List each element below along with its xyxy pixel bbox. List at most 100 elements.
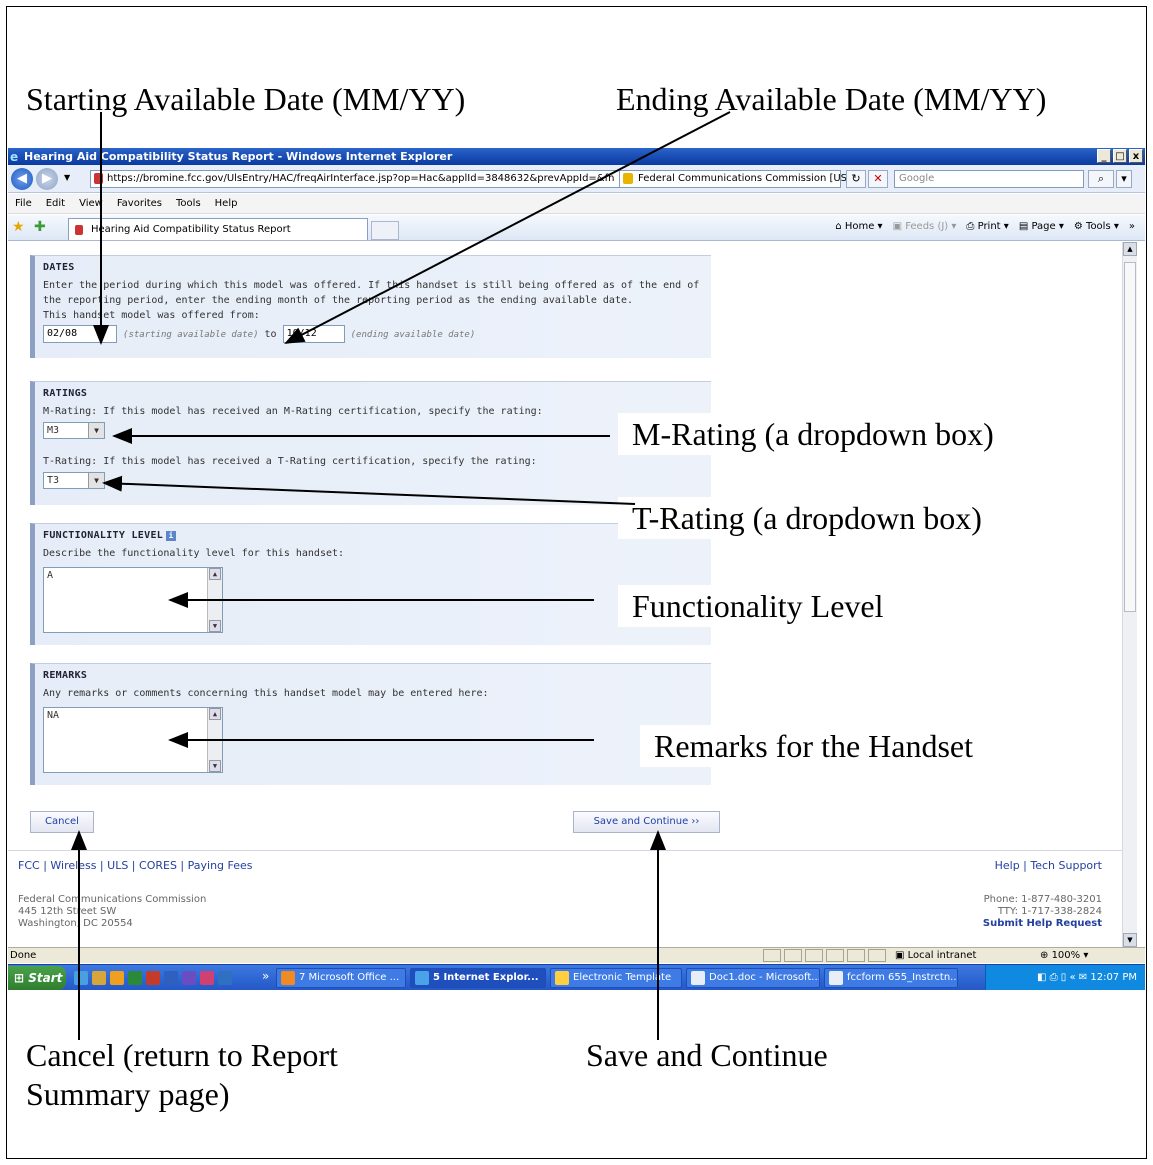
page-content: DATES Enter the period during which this… <box>8 242 1122 947</box>
security-certificate[interactable]: Federal Communications Commission [US] <box>619 170 851 188</box>
word-doc-icon <box>829 971 843 985</box>
functionality-value: A <box>47 570 54 581</box>
tty-text: TTY: 1-717-338-2824 <box>997 906 1102 917</box>
stop-icon[interactable]: ✕ <box>868 170 888 188</box>
scroll-down-icon[interactable]: ▼ <box>1123 933 1137 947</box>
ie-icon <box>415 971 429 985</box>
status-cells <box>763 949 886 962</box>
t-rating-value: T3 <box>47 475 60 486</box>
footer-link-fcc[interactable]: FCC <box>18 859 40 872</box>
footer-link-paying-fees[interactable]: Paying Fees <box>188 859 253 872</box>
scroll-thumb[interactable] <box>1124 262 1136 612</box>
scroll-down-icon[interactable]: ▼ <box>209 620 221 632</box>
annotation-cancel-line2: Summary page) <box>26 1076 230 1112</box>
refresh-icon[interactable]: ↻ <box>846 170 866 188</box>
menu-file[interactable]: File <box>8 194 39 213</box>
starting-date-input[interactable]: 02/08 <box>43 325 117 343</box>
search-options-icon[interactable]: ▾ <box>1116 170 1132 188</box>
address-bar: ◀ ▶ ▼ https://bromine.fcc.gov/UlsEntry/H… <box>8 165 1145 193</box>
new-tab-button[interactable] <box>371 221 399 240</box>
annotation-functionality: Functionality Level <box>618 585 898 628</box>
remarks-textarea[interactable]: NA ▲ ▼ <box>43 707 223 773</box>
start-button[interactable]: ⊞ Start <box>8 966 66 990</box>
search-input[interactable]: Google <box>894 170 1084 188</box>
quicklaunch-visio-icon[interactable] <box>218 971 232 985</box>
forward-arrow-icon[interactable]: ▶ <box>36 168 58 190</box>
m-rating-label: M-Rating: If this model has received an … <box>43 406 543 417</box>
zoom-control[interactable]: ⊕ 100% ▾ <box>1040 948 1088 963</box>
footer-help-links: Help | Tech Support <box>994 859 1102 872</box>
scroll-up-icon[interactable]: ▲ <box>1123 242 1137 256</box>
submit-help-request-link[interactable]: Submit Help Request <box>983 918 1102 930</box>
menu-favorites[interactable]: Favorites <box>110 194 169 213</box>
task-electronic-template[interactable]: Electronic Template <box>550 968 682 988</box>
task-doc1[interactable]: Doc1.doc - Microsoft... <box>686 968 820 988</box>
scroll-down-icon[interactable]: ▼ <box>209 760 221 772</box>
info-icon[interactable]: i <box>166 531 177 541</box>
url-input[interactable]: https://bromine.fcc.gov/UlsEntry/HAC/fre… <box>90 170 625 188</box>
print-button[interactable]: ⎙ Print ▾ <box>966 221 1008 232</box>
task-internet-explorer[interactable]: 5 Internet Explor... <box>410 968 546 988</box>
home-button[interactable]: ⌂ Home ▾ <box>835 221 882 232</box>
chevron-down-icon: ▼ <box>88 473 104 488</box>
help-link[interactable]: Help <box>995 859 1020 872</box>
textarea-scrollbar[interactable]: ▲ ▼ <box>207 708 222 772</box>
quicklaunch-excel-icon[interactable] <box>128 971 142 985</box>
functionality-textarea[interactable]: A ▲ ▼ <box>43 567 223 633</box>
tech-support-link[interactable]: Tech Support <box>1030 859 1102 872</box>
back-arrow-icon[interactable]: ◀ <box>11 168 33 190</box>
starting-date-hint: (starting available date) <box>123 330 259 340</box>
chevron-right-icon[interactable]: » <box>262 969 269 983</box>
ratings-section: RATINGS M-Rating: If this model has rece… <box>30 381 711 505</box>
add-favorites-icon[interactable]: ✚ <box>34 219 46 235</box>
task-fccform[interactable]: fccform 655_Instrctn... <box>824 968 958 988</box>
textarea-scrollbar[interactable]: ▲ ▼ <box>207 568 222 632</box>
to-label: to <box>264 329 277 340</box>
address-line: 445 12th Street SW <box>18 906 117 917</box>
save-and-continue-button[interactable]: Save and Continue ›› <box>573 811 720 833</box>
search-icon[interactable]: ⌕ <box>1088 170 1114 188</box>
status-text: Done <box>10 950 37 961</box>
close-button[interactable]: x <box>1129 149 1143 163</box>
quicklaunch-publisher-icon[interactable] <box>200 971 214 985</box>
cancel-button[interactable]: Cancel <box>30 811 94 833</box>
menu-help[interactable]: Help <box>208 194 245 213</box>
menu-edit[interactable]: Edit <box>39 194 72 213</box>
footer-link-uls[interactable]: ULS <box>107 859 128 872</box>
status-bar: Done ▣ Local intranet ⊕ 100% ▾ <box>8 947 1145 963</box>
tools-button[interactable]: ⚙ Tools ▾ <box>1074 221 1119 232</box>
task-microsoft-office[interactable]: 7 Microsoft Office ... <box>276 968 406 988</box>
ending-date-input[interactable]: 10/12 <box>282 325 345 343</box>
ie-logo-icon: e <box>10 150 19 164</box>
feeds-button[interactable]: ▣ Feeds (J) ▾ <box>893 221 957 232</box>
annotation-starting-date: Starting Available Date (MM/YY) <box>26 81 466 117</box>
browser-screenshot: e Hearing Aid Compatibility Status Repor… <box>8 148 1145 990</box>
footer-link-wireless[interactable]: Wireless <box>50 859 96 872</box>
menu-bar: File Edit View Favorites Tools Help <box>8 194 1145 214</box>
scroll-up-icon[interactable]: ▲ <box>209 708 221 720</box>
quicklaunch-folder-icon[interactable] <box>92 971 106 985</box>
maximize-button[interactable]: □ <box>1113 149 1127 163</box>
history-dropdown-icon[interactable]: ▼ <box>64 173 70 182</box>
quicklaunch-outlook-icon[interactable] <box>110 971 124 985</box>
quicklaunch-ie-icon[interactable] <box>74 971 88 985</box>
site-favicon-icon <box>94 173 103 184</box>
page-button[interactable]: ▤ Page ▾ <box>1019 221 1064 232</box>
favorites-star-icon[interactable]: ★ <box>12 219 25 235</box>
quicklaunch-access-icon[interactable] <box>146 971 160 985</box>
tab-bar: ★ ✚ Hearing Aid Compatibility Status Rep… <box>8 215 1145 241</box>
m-rating-select[interactable]: M3 ▼ <box>43 422 105 439</box>
footer-link-cores[interactable]: CORES <box>139 859 177 872</box>
annotation-t-rating: T-Rating (a dropdown box) <box>618 497 996 540</box>
tab-hac-report[interactable]: Hearing Aid Compatibility Status Report <box>68 218 368 240</box>
quicklaunch-onenote-icon[interactable] <box>182 971 196 985</box>
chevron-right-icon[interactable]: » <box>1129 221 1135 232</box>
chevron-down-icon: ▼ <box>88 423 104 438</box>
quicklaunch-word-icon[interactable] <box>164 971 178 985</box>
minimize-button[interactable]: _ <box>1097 149 1111 163</box>
menu-view[interactable]: View <box>72 194 110 213</box>
scroll-up-icon[interactable]: ▲ <box>209 568 221 580</box>
t-rating-select[interactable]: T3 ▼ <box>43 472 105 489</box>
page-scrollbar[interactable]: ▲ ▼ <box>1122 242 1137 947</box>
menu-tools[interactable]: Tools <box>169 194 208 213</box>
